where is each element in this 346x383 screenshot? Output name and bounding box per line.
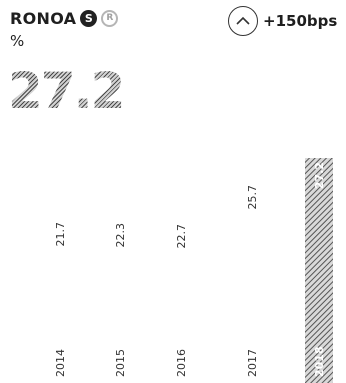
s-badge-icon: S bbox=[80, 9, 98, 27]
change-indicator: +150bps bbox=[228, 6, 337, 36]
value-label-2014: 21.7 bbox=[54, 222, 67, 247]
category-label-2017: 2017 bbox=[246, 349, 259, 377]
bar-chart: 21.7 2014 22.3 2015 22.7 2016 25.7 2017 27.2 2018 bbox=[54, 158, 333, 383]
value-label-2016: 22.7 bbox=[175, 224, 188, 249]
category-label-2014: 2014 bbox=[54, 349, 67, 377]
chart-labels: 21.7 2014 22.3 2015 22.7 2016 25.7 2017 27.2 2018 bbox=[54, 162, 326, 377]
change-value: +150bps bbox=[263, 12, 338, 30]
category-label-2015: 2015 bbox=[114, 349, 127, 377]
r-badge-icon: R bbox=[101, 9, 119, 27]
unit-label: % bbox=[10, 32, 25, 50]
current-value: 27.2 bbox=[8, 62, 125, 120]
value-label-2017: 25.7 bbox=[246, 185, 259, 210]
chevron-up-icon bbox=[228, 6, 258, 36]
title-row: RONOA S R bbox=[10, 6, 119, 30]
value-label-2015: 22.3 bbox=[114, 223, 127, 248]
category-label-2018: 2018 bbox=[313, 346, 326, 377]
value-label-2018: 27.2 bbox=[313, 162, 326, 189]
category-label-2016: 2016 bbox=[175, 349, 188, 377]
metric-title: RONOA bbox=[10, 8, 77, 28]
